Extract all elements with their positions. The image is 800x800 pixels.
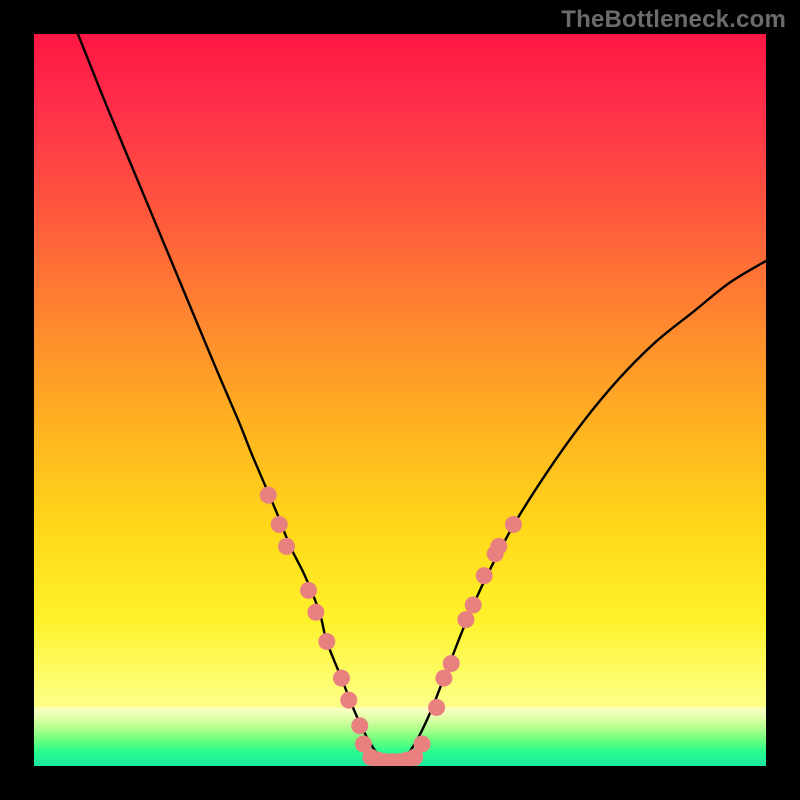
marker-dot — [490, 538, 507, 555]
marker-dot — [476, 567, 493, 584]
marker-dot — [443, 655, 460, 672]
marker-dot — [413, 736, 430, 753]
marker-dot — [271, 516, 288, 533]
marker-dot — [505, 516, 522, 533]
marker-dot — [457, 611, 474, 628]
marker-dot — [333, 670, 350, 687]
marker-dot — [307, 604, 324, 621]
chart-frame: TheBottleneck.com — [0, 0, 800, 800]
marker-dot — [435, 670, 452, 687]
marker-dot — [465, 596, 482, 613]
gradient-background — [34, 34, 766, 766]
marker-dot — [340, 692, 357, 709]
marker-dot — [318, 633, 335, 650]
plot-area — [34, 34, 766, 766]
marker-dot — [278, 538, 295, 555]
marker-dot — [300, 582, 317, 599]
marker-dot — [428, 699, 445, 716]
chart-svg — [34, 34, 766, 766]
marker-dot — [351, 717, 368, 734]
watermark-text: TheBottleneck.com — [561, 6, 786, 34]
marker-dot — [260, 487, 277, 504]
